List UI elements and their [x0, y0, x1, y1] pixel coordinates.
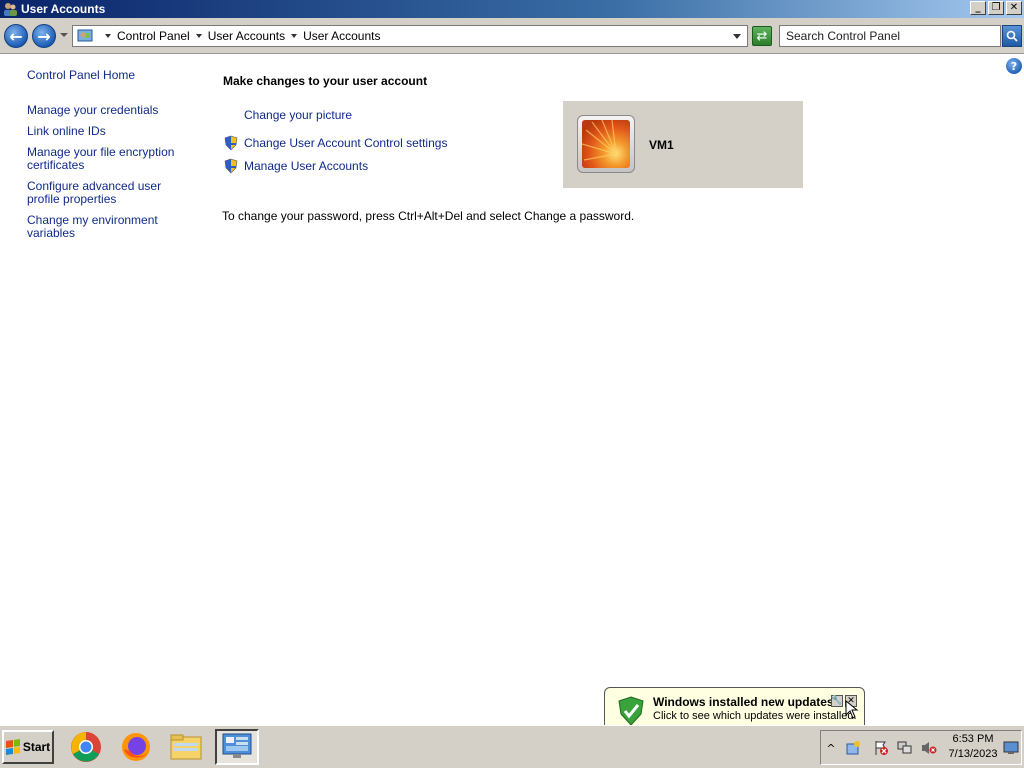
- breadcrumb-item-control-panel[interactable]: Control Panel: [117, 29, 190, 43]
- uac-shield-icon: [223, 135, 239, 151]
- wrench-icon: 🔧: [831, 696, 843, 706]
- breadcrumb-item-user-accounts[interactable]: User Accounts: [208, 29, 285, 43]
- window-title: User Accounts: [21, 2, 106, 16]
- minimize-button[interactable]: _: [970, 1, 986, 15]
- breadcrumb-separator-icon[interactable]: [195, 34, 202, 38]
- user-accounts-icon: [2, 1, 18, 17]
- manage-user-accounts-link[interactable]: Manage User Accounts: [244, 159, 368, 173]
- flower-picture-icon: [582, 120, 630, 168]
- change-uac-settings-link[interactable]: Change User Account Control settings: [244, 136, 447, 150]
- search-placeholder: Search Control Panel: [786, 29, 901, 43]
- breadcrumb[interactable]: Control Panel User Accounts User Account…: [72, 25, 748, 47]
- sidebar-item-control-panel-home[interactable]: Control Panel Home: [27, 69, 202, 82]
- refresh-button[interactable]: ⇄: [752, 26, 772, 46]
- page-heading: Make changes to your user account: [223, 74, 428, 88]
- breadcrumb-item-user-accounts-current[interactable]: User Accounts: [303, 29, 380, 43]
- address-dropdown-icon[interactable]: [733, 34, 741, 39]
- recent-pages-dropdown[interactable]: [60, 33, 68, 37]
- windows-logo-icon: [5, 739, 20, 755]
- network-icon[interactable]: [897, 740, 913, 756]
- sidebar-item-file-encryption[interactable]: Manage your file encryption certificates: [27, 146, 177, 172]
- breadcrumb-separator-icon[interactable]: [105, 34, 111, 38]
- address-toolbar: ← → Control Panel User Accounts User Acc…: [0, 18, 1024, 54]
- sidebar-item-link-online-ids[interactable]: Link online IDs: [27, 125, 202, 138]
- start-button[interactable]: Start: [2, 730, 54, 764]
- sidebar-item-environment-variables[interactable]: Change my environment variables: [27, 214, 202, 240]
- notification-title: Windows installed new updates: [653, 695, 834, 709]
- control-panel-icon: [77, 28, 93, 44]
- notification-body: Click to see which updates were installe…: [653, 710, 857, 722]
- volume-muted-icon[interactable]: [921, 740, 937, 756]
- back-button[interactable]: ←: [4, 24, 28, 48]
- start-label: Start: [22, 740, 51, 754]
- restore-button[interactable]: ❐: [988, 1, 1004, 15]
- avatar[interactable]: [577, 115, 635, 173]
- file-explorer-icon[interactable]: [169, 730, 203, 764]
- windows-update-icon[interactable]: [845, 740, 861, 756]
- clock-time: 6:53 PM: [952, 733, 994, 745]
- title-bar: User Accounts _ ❐ ✕: [0, 0, 1024, 18]
- search-icon: [1006, 30, 1018, 42]
- firefox-icon[interactable]: [119, 730, 153, 764]
- user-tile: VM1: [563, 101, 803, 188]
- mouse-cursor-icon: [845, 700, 859, 719]
- forward-button[interactable]: →: [32, 24, 56, 48]
- chrome-icon[interactable]: [69, 730, 103, 764]
- password-hint-text: To change your password, press Ctrl+Alt+…: [222, 209, 635, 223]
- refresh-icon: ⇄: [756, 28, 768, 44]
- user-name: VM1: [649, 138, 674, 152]
- taskbar: Start ^: [0, 725, 1024, 768]
- sidebar-item-advanced-profile[interactable]: Configure advanced user profile properti…: [27, 180, 192, 206]
- clock[interactable]: 6:53 PM 7/13/2023: [944, 732, 1002, 762]
- search-input[interactable]: Search Control Panel: [779, 25, 1001, 47]
- action-center-flag-icon[interactable]: [873, 740, 889, 756]
- forward-arrow-icon: →: [37, 26, 51, 46]
- change-picture-link[interactable]: Change your picture: [244, 108, 352, 122]
- breadcrumb-separator-icon[interactable]: [291, 34, 298, 38]
- security-shield-check-icon: [617, 696, 645, 726]
- uac-shield-icon: [223, 158, 239, 174]
- control-panel-icon[interactable]: [215, 729, 259, 765]
- help-icon[interactable]: ?: [1006, 58, 1022, 74]
- close-button[interactable]: ✕: [1006, 1, 1022, 15]
- sidebar-item-manage-credentials[interactable]: Manage your credentials: [27, 104, 202, 117]
- show-desktop-icon[interactable]: [1003, 740, 1019, 756]
- search-button[interactable]: [1002, 25, 1022, 47]
- notification-options-button[interactable]: 🔧: [831, 695, 843, 707]
- clock-date: 7/13/2023: [948, 748, 998, 760]
- show-hidden-icons-button[interactable]: ^: [823, 740, 839, 756]
- back-arrow-icon: ←: [9, 26, 23, 46]
